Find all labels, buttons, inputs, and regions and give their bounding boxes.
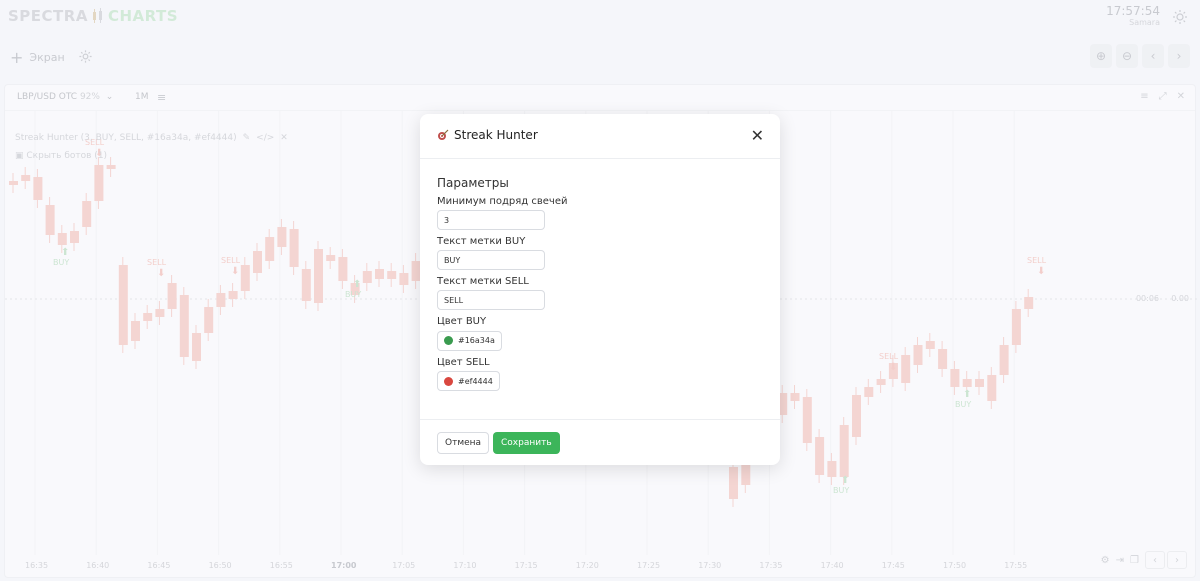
dialog-title: Streak Hunter xyxy=(437,128,538,142)
buy-color-swatch xyxy=(444,336,453,345)
dialog-close-button[interactable]: ✕ xyxy=(751,127,764,145)
save-button[interactable]: Сохранить xyxy=(493,432,560,454)
buy-color-label: Цвет BUY xyxy=(437,316,487,327)
sell-color-value: #ef4444 xyxy=(458,376,493,386)
section-title: Параметры xyxy=(437,176,509,190)
dialog-footer: Отмена Сохранить xyxy=(420,419,780,465)
sell-color-swatch xyxy=(444,376,453,386)
cancel-button[interactable]: Отмена xyxy=(437,432,490,454)
target-icon xyxy=(438,129,449,140)
sell-text-input[interactable]: SELL xyxy=(437,290,545,310)
sell-text-label: Текст метки SELL xyxy=(437,276,529,287)
buy-text-label: Текст метки BUY xyxy=(437,236,526,247)
dialog-body: Параметры Минимум подряд свечей 3 Текст … xyxy=(437,176,763,391)
buy-color-value: #16a34a xyxy=(458,336,495,345)
sell-color-picker[interactable]: #ef4444 xyxy=(437,371,500,391)
min-candles-input[interactable]: 3 xyxy=(437,210,545,230)
indicator-settings-dialog: Streak Hunter ✕ Параметры Минимум подряд… xyxy=(420,114,780,465)
dialog-header: Streak Hunter ✕ xyxy=(420,114,780,159)
buy-text-input[interactable]: BUY xyxy=(437,250,545,270)
min-candles-label: Минимум подряд свечей xyxy=(437,196,568,207)
dialog-title-text: Streak Hunter xyxy=(454,128,538,142)
sell-color-label: Цвет SELL xyxy=(437,356,490,368)
buy-color-picker[interactable]: #16a34a xyxy=(437,330,502,351)
